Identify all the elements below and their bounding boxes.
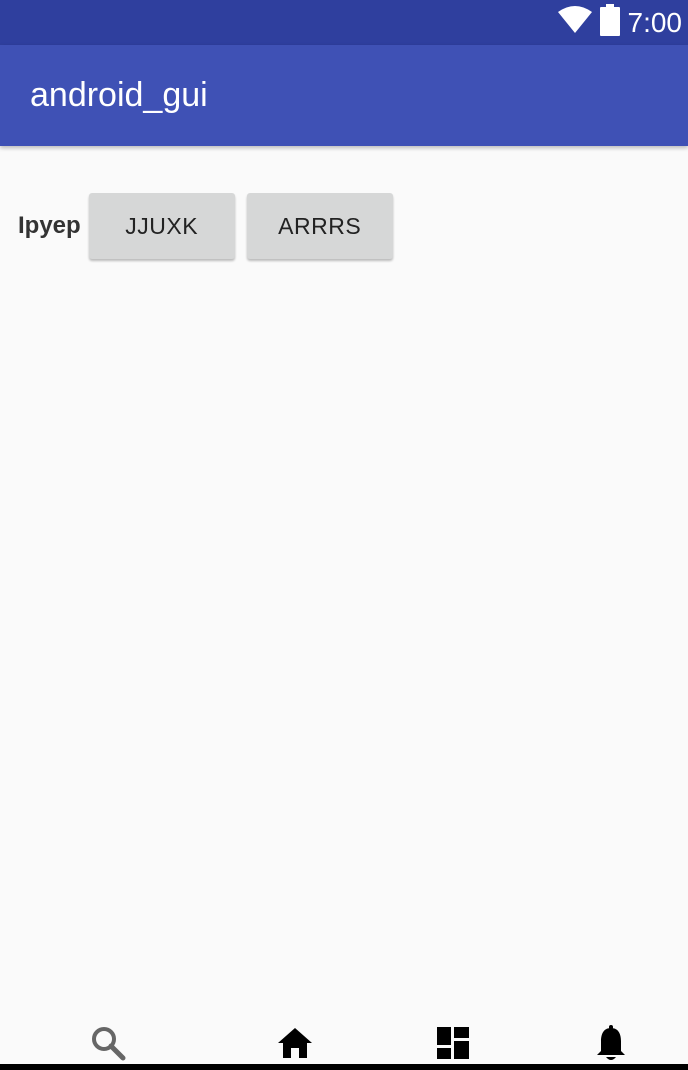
app-bar: android_gui bbox=[0, 45, 688, 146]
app-title: android_gui bbox=[30, 76, 208, 114]
wifi-icon bbox=[557, 6, 592, 39]
bottom-navigation bbox=[0, 1018, 688, 1064]
battery-icon bbox=[599, 4, 620, 41]
bottom-edge bbox=[0, 1064, 688, 1070]
nav-home[interactable] bbox=[275, 1026, 315, 1064]
row-label: Ipyep bbox=[18, 212, 81, 239]
home-icon bbox=[276, 1026, 314, 1065]
nav-search[interactable] bbox=[88, 1026, 128, 1064]
status-icons: 7:00 bbox=[557, 0, 683, 45]
dashboard-icon bbox=[435, 1025, 471, 1066]
notifications-icon bbox=[594, 1024, 628, 1067]
arrrs-button[interactable]: ARRRS bbox=[246, 193, 393, 259]
status-bar: 7:00 bbox=[0, 0, 688, 45]
search-icon bbox=[90, 1025, 126, 1066]
status-time: 7:00 bbox=[627, 7, 683, 38]
content-row: Ipyep JJUXK ARRRS bbox=[18, 193, 405, 259]
nav-dashboard[interactable] bbox=[433, 1026, 473, 1064]
jjuxk-button[interactable]: JJUXK bbox=[88, 193, 235, 259]
nav-notifications[interactable] bbox=[591, 1024, 631, 1067]
